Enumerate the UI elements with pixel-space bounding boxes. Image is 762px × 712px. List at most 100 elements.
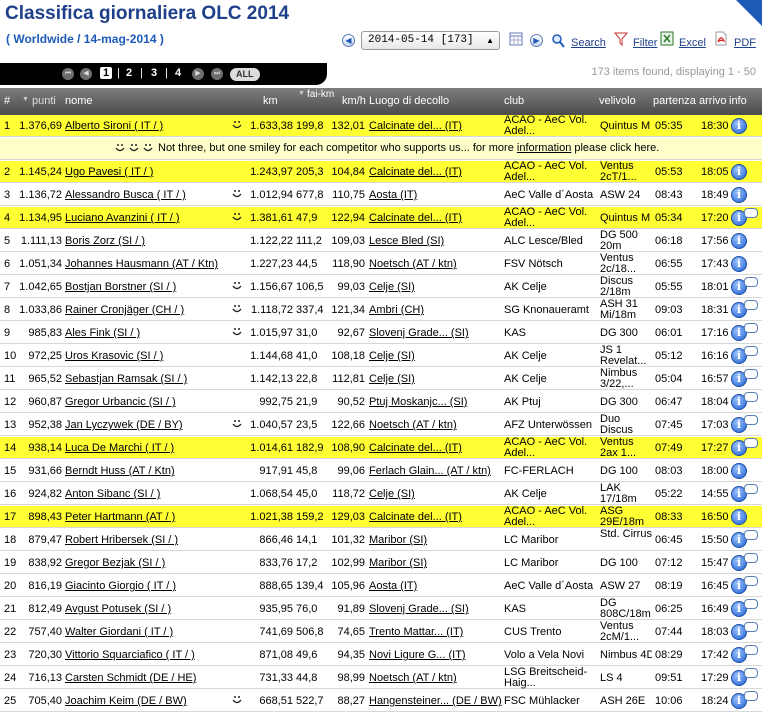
pilot-link[interactable]: Boris Zorz (SI / ) [65,230,225,252]
takeoff-link[interactable]: Lesce Bled (SI) [369,230,503,252]
takeoff-link[interactable]: Celje (SI) [369,345,503,367]
page-link-4[interactable]: 4 [175,67,181,79]
comment-bubble-icon[interactable] [744,530,758,540]
filter-link[interactable]: Filter [633,37,657,49]
takeoff-link[interactable]: Calcinate del... (IT) [369,437,503,459]
col-club[interactable]: club [504,95,524,107]
pdf-icon[interactable] [714,31,728,46]
page-link-1[interactable]: 1 [100,67,113,79]
comment-bubble-icon[interactable] [744,277,758,287]
takeoff-link[interactable]: Calcinate del... (IT) [369,115,503,137]
info-icon[interactable]: i [731,187,747,203]
pilot-link[interactable]: Joachim Keim (DE / BW) [65,690,225,712]
pilot-link[interactable]: Ales Fink (SI / ) [65,322,225,344]
comment-bubble-icon[interactable] [744,346,758,356]
comment-bubble-icon[interactable] [744,369,758,379]
comment-bubble-icon[interactable] [744,599,758,609]
pilot-link[interactable]: Gregor Bezjak (SI / ) [65,552,225,574]
show-all-button[interactable]: ALL [230,68,260,81]
excel-link[interactable]: Excel [679,37,706,49]
first-page-icon[interactable]: ⏮ [62,68,74,80]
takeoff-link[interactable]: Noetsch (AT / ktn) [369,414,503,436]
pilot-link[interactable]: Bostjan Borstner (SI / ) [65,276,225,298]
comment-bubble-icon[interactable] [744,553,758,563]
pilot-link[interactable]: Alessandro Busca ( IT / ) [65,184,225,206]
takeoff-link[interactable]: Hangensteiner... (DE / BW) [369,690,503,712]
pilot-link[interactable]: Luciano Avanzini ( IT / ) [65,207,225,229]
comment-bubble-icon[interactable] [744,323,758,333]
takeoff-link[interactable]: Calcinate del... (IT) [369,207,503,229]
comment-bubble-icon[interactable] [744,438,758,448]
prev-page-icon[interactable]: ◀ [80,68,92,80]
pilot-link[interactable]: Anton Sibanc (SI / ) [65,483,225,505]
information-link[interactable]: information [517,142,571,154]
search-link[interactable]: Search [571,37,606,49]
takeoff-link[interactable]: Celje (SI) [369,368,503,390]
col-num[interactable]: # [4,95,10,107]
comment-bubble-icon[interactable] [744,668,758,678]
col-luogo[interactable]: Luogo di decollo [369,95,449,107]
pilot-link[interactable]: Johannes Hausmann (AT / Ktn) [65,253,225,275]
page-link-3[interactable]: 3 [151,67,157,79]
pilot-link[interactable]: Jan Lyczywek (DE / BY) [65,414,225,436]
next-day-arrow-icon[interactable]: ▶ [530,34,543,47]
excel-icon[interactable] [660,31,674,46]
comment-bubble-icon[interactable] [744,691,758,701]
takeoff-link[interactable]: Aosta (IT) [369,184,503,206]
col-kmh[interactable]: km/h [342,95,366,107]
takeoff-link[interactable]: Noetsch (AT / ktn) [369,667,503,689]
notice-text-after[interactable]: please click here. [571,142,659,154]
pilot-link[interactable]: Peter Hartmann (AT / ) [65,506,225,528]
comment-bubble-icon[interactable] [744,622,758,632]
takeoff-link[interactable]: Maribor (SI) [369,529,503,551]
search-icon[interactable] [551,33,565,48]
info-icon[interactable]: i [731,233,747,249]
pilot-link[interactable]: Alberto Sironi ( IT / ) [65,115,225,137]
pdf-link[interactable]: PDF [734,37,756,49]
pilot-link[interactable]: Berndt Huss (AT / Ktn) [65,460,225,482]
takeoff-link[interactable]: Ambri (CH) [369,299,503,321]
takeoff-link[interactable]: Maribor (SI) [369,552,503,574]
takeoff-link[interactable]: Slovenj Grade... (SI) [369,598,503,620]
comment-bubble-icon[interactable] [744,300,758,310]
info-icon[interactable]: i [731,164,747,180]
takeoff-link[interactable]: Noetsch (AT / ktn) [369,253,503,275]
comment-bubble-icon[interactable] [744,645,758,655]
filter-icon[interactable] [614,31,628,46]
col-arrivo[interactable]: arrivo [699,95,727,107]
page-link-2[interactable]: 2 [126,67,132,79]
pilot-link[interactable]: Vittorio Squarciafico ( IT / ) [65,644,225,666]
takeoff-link[interactable]: Calcinate del... (IT) [369,161,503,183]
prev-day-arrow-icon[interactable]: ◀ [342,34,355,47]
comment-bubble-icon[interactable] [744,415,758,425]
pilot-link[interactable]: Carsten Schmidt (DE / HE) [65,667,225,689]
col-faikm[interactable]: fai-km [307,89,334,100]
date-select[interactable]: 2014-05-14 [173] ▲ [361,31,500,50]
info-icon[interactable]: i [731,256,747,272]
info-icon[interactable]: i [731,463,747,479]
pilot-link[interactable]: Sebastjan Ramsak (SI / ) [65,368,225,390]
takeoff-link[interactable]: Slovenj Grade... (SI) [369,322,503,344]
takeoff-link[interactable]: Celje (SI) [369,276,503,298]
pilot-link[interactable]: Walter Giordani ( IT / ) [65,621,225,643]
pilot-link[interactable]: Uros Krasovic (SI / ) [65,345,225,367]
comment-bubble-icon[interactable] [744,208,758,218]
info-icon[interactable]: i [731,118,747,134]
info-icon[interactable]: i [731,509,747,525]
pilot-link[interactable]: Robert Hribersek (SI / ) [65,529,225,551]
pilot-link[interactable]: Gregor Urbancic (SI / ) [65,391,225,413]
next-page-icon[interactable]: ▶ [192,68,204,80]
col-partenza[interactable]: partenza [653,95,696,107]
takeoff-link[interactable]: Trento Mattar... (IT) [369,621,503,643]
pilot-link[interactable]: Giacinto Giorgio ( IT / ) [65,575,225,597]
takeoff-link[interactable]: Calcinate del... (IT) [369,506,503,528]
col-velivolo[interactable]: velivolo [599,95,636,107]
pilot-link[interactable]: Rainer Cronjäger (CH / ) [65,299,225,321]
col-punti[interactable]: punti [32,95,56,107]
takeoff-link[interactable]: Aosta (IT) [369,575,503,597]
pilot-link[interactable]: Luca De Marchi ( IT / ) [65,437,225,459]
takeoff-link[interactable]: Ferlach Glain... (AT / ktn) [369,460,503,482]
last-page-icon[interactable]: ⏭ [211,68,223,80]
col-nome[interactable]: nome [65,95,93,107]
takeoff-link[interactable]: Celje (SI) [369,483,503,505]
